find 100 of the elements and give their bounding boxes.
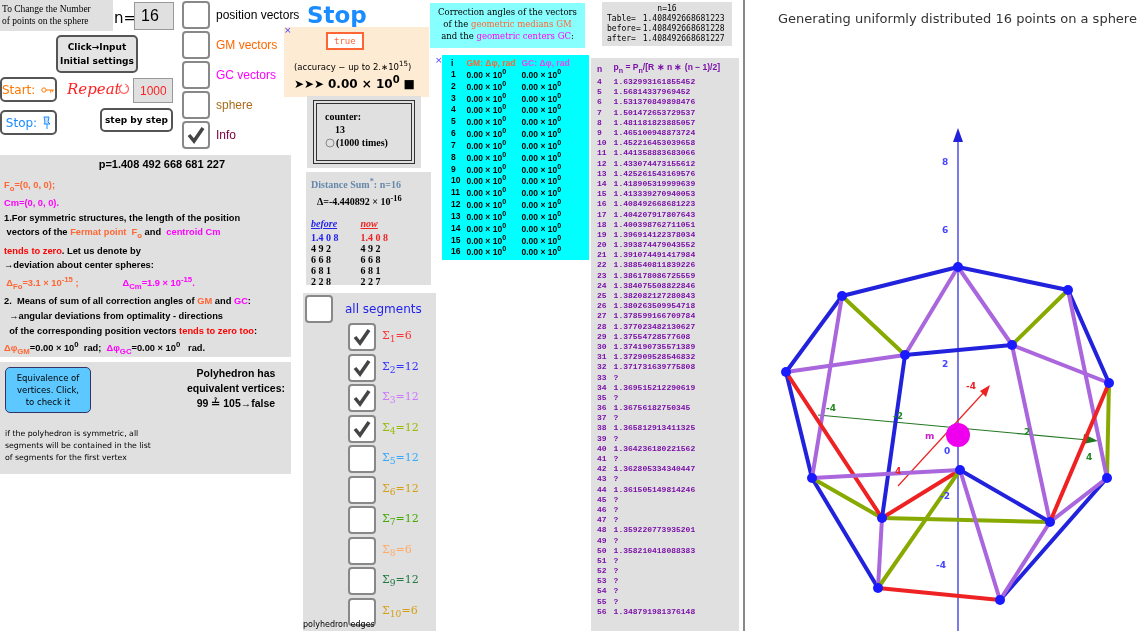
info-line: →angular deviations from optimality - directions bbox=[8, 310, 225, 323]
key-icon bbox=[41, 86, 55, 93]
checkbox[interactable] bbox=[348, 445, 376, 473]
table-cell-text: 1.433074473155612 bbox=[612, 158, 697, 169]
close-icon[interactable]: × bbox=[435, 55, 443, 65]
table-cell-text: ? bbox=[612, 504, 620, 516]
table-cell-text: 1.632993161855452 bbox=[612, 77, 697, 88]
checkbox[interactable] bbox=[182, 61, 210, 89]
table-cell-text: 16 bbox=[596, 199, 608, 210]
summary-title: n=16 bbox=[656, 4, 678, 14]
table-cell-text: 0.00 × 10$^{0}$ bbox=[520, 91, 563, 104]
checkbox[interactable] bbox=[182, 91, 210, 119]
checkbox[interactable] bbox=[348, 353, 376, 382]
table-cell-text: 43 bbox=[596, 474, 608, 485]
table-cell-text: 8 bbox=[450, 150, 457, 163]
checkbox[interactable] bbox=[348, 384, 376, 412]
step-by-step-button[interactable]: step by step bbox=[100, 108, 173, 132]
table-cell-text: 17 bbox=[596, 209, 608, 220]
counter-title: counter: bbox=[325, 110, 363, 123]
table-cell-text: 0.00 × 10$^{0}$ bbox=[465, 68, 508, 80]
table-cell-text: 0.00 × 10$^{0}$ bbox=[465, 115, 508, 128]
checkbox[interactable] bbox=[182, 121, 210, 149]
table-cell-text: 6 bbox=[450, 127, 457, 139]
table-cell-text: 11 bbox=[596, 148, 608, 159]
all-segments-label: all segments bbox=[345, 302, 422, 316]
checkbox[interactable] bbox=[182, 1, 210, 29]
table-cell-text: 0.00 × 10$^{0}$ bbox=[520, 174, 563, 187]
table-cell-text: 10 bbox=[450, 174, 462, 187]
initial-settings-button[interactable]: Click→Input Initial settings bbox=[56, 35, 138, 73]
segment-count: Σ$_{5}$=12 bbox=[382, 451, 419, 467]
table-cell-text: 14 bbox=[450, 221, 462, 234]
table-cell-text: 0.00 × 10$^{0}$ bbox=[520, 245, 563, 258]
digit-group: 1.4 0 8 bbox=[360, 231, 388, 243]
digit-group: 4 9 2 bbox=[360, 242, 388, 254]
column-header: GM: Δφ, rad bbox=[465, 57, 517, 68]
table-cell-text: 33 bbox=[596, 372, 608, 383]
table-cell-text: 0.00 × 10$^{0}$ bbox=[465, 91, 508, 104]
table-cell-text: 9 bbox=[450, 162, 457, 175]
close-icon[interactable]: × bbox=[284, 25, 292, 35]
table-cell-text: 1.371731639775808 bbox=[612, 362, 697, 373]
table-cell-text: 10 bbox=[596, 138, 608, 149]
column-header: p$_{n}$ = P$_{n}$/[R ∗ n ∗ (n − 1)/2] bbox=[612, 61, 721, 77]
table-cell-text: 1.408492668681223 bbox=[612, 199, 697, 210]
table-cell-text: 0.00 × 10$^{0}$ bbox=[520, 68, 563, 80]
table-cell-text: 1.362805334340447 bbox=[612, 464, 697, 475]
p-value: p=1.408 492 668 681 227 bbox=[97, 157, 225, 172]
table-cell-text: 1.378599166709784 bbox=[612, 311, 697, 322]
table-cell-text: 27 bbox=[596, 311, 608, 322]
table-cell-text: Table= bbox=[606, 14, 637, 24]
table-cell-text: 16 bbox=[450, 245, 462, 258]
table-cell-text: ? bbox=[612, 596, 620, 607]
info-line: vectors of the Fermat point F$_{o}$ and centroid Cm bbox=[5, 226, 222, 243]
table-cell-text: 0.00 × 10$^{0}$ bbox=[520, 138, 563, 151]
center-sphere bbox=[946, 423, 970, 447]
table-cell: 1.408492668681223 bbox=[641, 14, 726, 24]
table-cell-text: 15 bbox=[450, 233, 462, 246]
checkbox[interactable] bbox=[348, 536, 376, 565]
stop-button[interactable]: Stop: bbox=[0, 110, 57, 135]
table-cell-text: ? bbox=[612, 515, 620, 526]
segment-count: Σ$_{8}$=6 bbox=[382, 542, 412, 559]
repeat-icon bbox=[325, 137, 335, 148]
digit-group: 4 9 2 bbox=[311, 242, 339, 254]
checkbox[interactable] bbox=[348, 567, 376, 595]
table-cell-text: 54 bbox=[596, 586, 608, 597]
table-cell-text: 51 bbox=[596, 555, 608, 566]
segment-count: Σ$_{3}$=12 bbox=[382, 390, 419, 406]
table-cell-text: 13 bbox=[450, 209, 462, 222]
checkbox[interactable] bbox=[305, 295, 333, 323]
equivalence-button[interactable]: Equivalence of vertices. Click, to check it bbox=[5, 367, 91, 413]
info-line: Δ$_{Fo}$=3.1 × 10$^{-15}$ ; Δ$_{Cm}$=1.9 × 10$^{-15}$. bbox=[5, 273, 196, 293]
table-cell-text: 0.00 × 10$^{0}$ bbox=[520, 127, 563, 139]
status-flag: true bbox=[326, 32, 364, 50]
table-cell-text: 1.382082127280843 bbox=[612, 290, 697, 302]
axis-label: 6 bbox=[942, 225, 949, 235]
table-cell: 1.408492668681227 bbox=[641, 34, 726, 44]
n-input-field[interactable]: 16 bbox=[134, 2, 174, 30]
table-cell-text: 7 bbox=[596, 107, 603, 118]
table-cell-text: 9 bbox=[596, 127, 603, 139]
axis-label: 2 bbox=[942, 359, 949, 369]
table-cell-text: 52 bbox=[596, 566, 608, 577]
table-cell-text: 32 bbox=[596, 362, 608, 373]
checkbox[interactable] bbox=[348, 506, 376, 534]
info-line: F$_{o}$=(0, 0, 0); bbox=[4, 178, 56, 195]
digit-group: 6 6 8 bbox=[311, 253, 339, 265]
table-cell-text: 26 bbox=[596, 301, 608, 312]
checkbox[interactable] bbox=[348, 475, 376, 504]
table-cell-text: 34 bbox=[596, 382, 608, 393]
table-cell-text: 11 bbox=[450, 186, 461, 199]
checkbox[interactable] bbox=[348, 414, 376, 443]
accuracy-note: (accuracy − up to 2.∗10$^{15}$) bbox=[294, 59, 412, 72]
table-cell-text: 14 bbox=[596, 178, 608, 190]
table-cell-text: 1.404207917807643 bbox=[612, 209, 697, 220]
checkbox[interactable] bbox=[348, 323, 376, 351]
digit-group: 6 8 1 bbox=[311, 264, 339, 276]
info-line: 2. Means of sum of all correction angles of GM and GC: bbox=[4, 295, 252, 309]
table-cell-text: 0.00 × 10$^{0}$ bbox=[520, 233, 563, 246]
table-cell-text: 0.00 × 10$^{0}$ bbox=[465, 138, 508, 151]
checkbox[interactable] bbox=[182, 31, 210, 59]
table-cell-text: 0.00 × 10$^{0}$ bbox=[520, 150, 563, 163]
column-header: GC: Δφ, rad bbox=[520, 57, 571, 68]
